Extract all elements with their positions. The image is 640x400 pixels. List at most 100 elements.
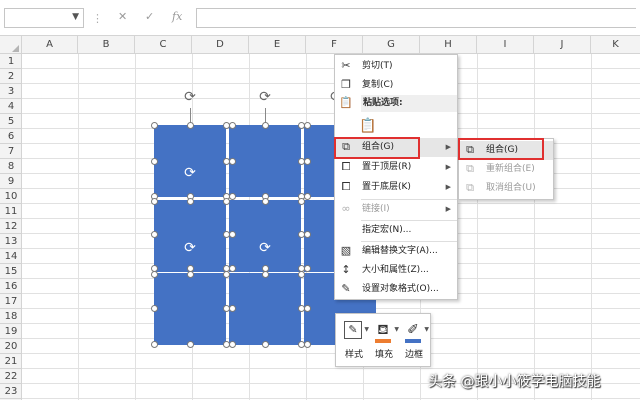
submenu-item-regroup[interactable]: ⧉ 重新组合(E) xyxy=(459,160,553,179)
square-shape[interactable] xyxy=(229,200,301,272)
resize-handle[interactable] xyxy=(229,265,236,272)
check-icon[interactable]: ✓ xyxy=(145,10,154,23)
column-header-g[interactable]: G xyxy=(363,36,420,54)
resize-handle[interactable] xyxy=(229,122,236,129)
row-header-item[interactable]: 11 xyxy=(0,204,22,219)
select-all-corner[interactable] xyxy=(0,36,22,54)
resize-handle[interactable] xyxy=(262,198,269,205)
rotate-handle-icon[interactable]: ⟳ xyxy=(183,241,197,255)
resize-handle[interactable] xyxy=(229,158,236,165)
resize-handle[interactable] xyxy=(304,193,311,200)
row-header-item[interactable]: 1 xyxy=(0,54,22,69)
menu-item-bring-to-front[interactable]: ⧠ 置于顶层(R) ▶ xyxy=(335,158,457,177)
resize-handle[interactable] xyxy=(304,158,311,165)
resize-handle[interactable] xyxy=(187,341,194,348)
square-shape[interactable] xyxy=(229,125,301,197)
rotate-handle-icon[interactable]: ⟳ xyxy=(183,166,197,180)
menu-item-send-to-back[interactable]: ⧠ 置于底层(K) ▶ xyxy=(335,178,457,197)
row-header-item[interactable]: 4 xyxy=(0,99,22,114)
resize-handle[interactable] xyxy=(229,341,236,348)
row-header-item[interactable]: 23 xyxy=(0,384,22,399)
rotate-handle-icon[interactable]: ⟳ xyxy=(183,90,197,104)
column-header-d[interactable]: D xyxy=(192,36,249,54)
resize-handle[interactable] xyxy=(262,271,269,278)
name-box[interactable]: ▼ xyxy=(4,8,84,28)
resize-handle[interactable] xyxy=(187,271,194,278)
menu-item-size-properties[interactable]: ↕ 大小和属性(Z)... xyxy=(335,261,457,280)
resize-handle[interactable] xyxy=(298,271,305,278)
fx-icon[interactable]: fx xyxy=(172,10,182,23)
style-button[interactable]: ✎ ▼ 样式 xyxy=(339,318,369,364)
row-header-item[interactable]: 7 xyxy=(0,144,22,159)
row-header-item[interactable]: 10 xyxy=(0,189,22,204)
menu-item-cut[interactable]: ✂ 剪切(T) xyxy=(335,57,457,76)
menu-item-copy[interactable]: ❐ 复制(C) xyxy=(335,76,457,95)
row-header-item[interactable]: 12 xyxy=(0,219,22,234)
square-shape[interactable] xyxy=(154,200,226,272)
paste-keep-format-icon[interactable]: 📋 xyxy=(359,117,377,135)
column-header-c[interactable]: C xyxy=(135,36,192,54)
row-header-item[interactable]: 13 xyxy=(0,234,22,249)
rotate-handle-icon[interactable]: ⟳ xyxy=(258,90,272,104)
resize-handle[interactable] xyxy=(262,341,269,348)
resize-handle[interactable] xyxy=(151,158,158,165)
column-header-h[interactable]: H xyxy=(420,36,477,54)
row-header-item[interactable]: 21 xyxy=(0,354,22,369)
resize-handle[interactable] xyxy=(151,271,158,278)
row-header-item[interactable]: 6 xyxy=(0,129,22,144)
submenu-item-ungroup[interactable]: ⧉ 取消组合(U) xyxy=(459,179,553,198)
resize-handle[interactable] xyxy=(187,198,194,205)
row-header-item[interactable]: 3 xyxy=(0,84,22,99)
row-header-item[interactable]: 8 xyxy=(0,159,22,174)
square-shape[interactable] xyxy=(154,125,226,197)
chevron-down-icon[interactable]: ▼ xyxy=(424,326,429,333)
resize-handle[interactable] xyxy=(151,341,158,348)
column-header-j[interactable]: J xyxy=(534,36,591,54)
row-header-item[interactable]: 2 xyxy=(0,69,22,84)
resize-handle[interactable] xyxy=(304,341,311,348)
formula-input[interactable] xyxy=(196,8,636,28)
resize-handle[interactable] xyxy=(223,198,230,205)
resize-handle[interactable] xyxy=(304,122,311,129)
column-header-b[interactable]: B xyxy=(78,36,135,54)
row-header-item[interactable]: 15 xyxy=(0,264,22,279)
column-header-e[interactable]: E xyxy=(249,36,306,54)
row-header-item[interactable]: 5 xyxy=(0,114,22,129)
x-icon[interactable]: ✕ xyxy=(118,10,127,23)
row-header-item[interactable]: 16 xyxy=(0,279,22,294)
chevron-down-icon[interactable]: ▼ xyxy=(72,12,79,22)
row-header-item[interactable]: 14 xyxy=(0,249,22,264)
column-header-i[interactable]: I xyxy=(477,36,534,54)
column-header-f[interactable]: F xyxy=(306,36,363,54)
resize-handle[interactable] xyxy=(151,231,158,238)
resize-handle[interactable] xyxy=(304,231,311,238)
resize-handle[interactable] xyxy=(151,122,158,129)
row-header-item[interactable]: 22 xyxy=(0,369,22,384)
row-header-item[interactable]: 17 xyxy=(0,294,22,309)
column-header-a[interactable]: A xyxy=(22,36,78,54)
fill-button[interactable]: ⛾ ▼ 填充 xyxy=(369,318,399,364)
resize-handle[interactable] xyxy=(298,198,305,205)
row-header-item[interactable]: 20 xyxy=(0,339,22,354)
square-shape[interactable] xyxy=(229,273,301,345)
outline-button[interactable]: ✐ ▼ 边框 xyxy=(399,318,429,364)
menu-item-assign-macro[interactable]: 指定宏(N)... xyxy=(335,221,457,240)
resize-handle[interactable] xyxy=(304,265,311,272)
resize-handle[interactable] xyxy=(229,193,236,200)
resize-handle[interactable] xyxy=(223,271,230,278)
row-header-item[interactable]: 18 xyxy=(0,309,22,324)
resize-handle[interactable] xyxy=(304,305,311,312)
resize-handle[interactable] xyxy=(262,122,269,129)
row-header-item[interactable]: 19 xyxy=(0,324,22,339)
resize-handle[interactable] xyxy=(229,231,236,238)
resize-handle[interactable] xyxy=(151,305,158,312)
menu-item-format-object[interactable]: ✎ 设置对象格式(O)... xyxy=(335,280,457,299)
resize-handle[interactable] xyxy=(151,198,158,205)
square-shape[interactable] xyxy=(154,273,226,345)
menu-item-link[interactable]: ∞ 链接(I) ▶ xyxy=(335,200,457,219)
resize-handle[interactable] xyxy=(229,305,236,312)
drag-handle-icon[interactable]: ⋮ xyxy=(92,12,103,25)
column-header-k[interactable]: K xyxy=(591,36,640,54)
menu-item-edit-alt-text[interactable]: ▧ 编辑替换文字(A)... xyxy=(335,242,457,261)
row-header-item[interactable]: 9 xyxy=(0,174,22,189)
